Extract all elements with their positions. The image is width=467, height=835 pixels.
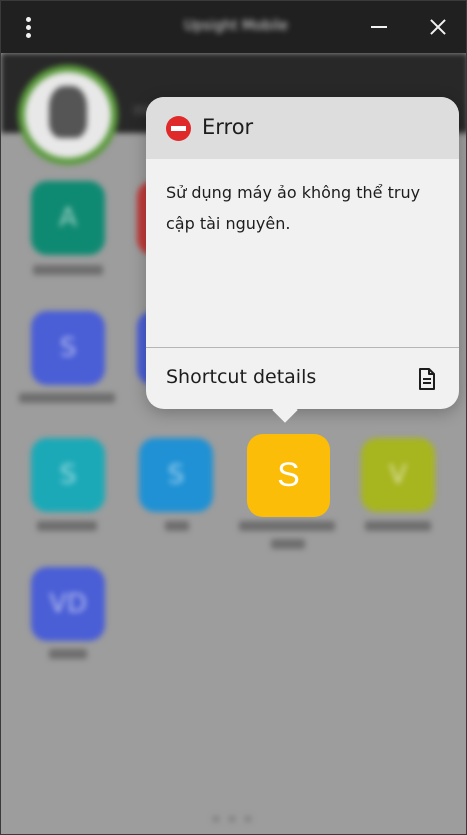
app-tile-7-letter: V <box>389 460 407 490</box>
app-tile-7-label <box>365 521 431 531</box>
app-tile-6-letter: S <box>167 460 185 490</box>
app-tile-8-label <box>49 649 87 659</box>
app-tile-5-label <box>37 521 97 531</box>
app-tile-3-letter: S <box>59 333 77 363</box>
window-title: Upsight Mobile <box>184 18 288 34</box>
error-title: Error <box>202 115 254 139</box>
page-indicator <box>213 816 257 822</box>
shortcut-details-label: Shortcut details <box>166 366 317 388</box>
close-icon[interactable] <box>427 15 449 39</box>
app-tile-3-label <box>19 393 115 403</box>
app-tile-1[interactable]: A <box>31 181 105 255</box>
no-entry-icon <box>166 116 191 141</box>
focused-app-label-line-1 <box>239 521 335 531</box>
avatar[interactable] <box>25 72 111 158</box>
app-tile-1-letter: A <box>59 203 77 233</box>
error-popup: Error Sử dụng máy ảo không thể truy cập … <box>146 97 459 409</box>
app-tile-5-letter: S <box>59 460 77 490</box>
app-tile-1-label <box>33 265 103 275</box>
more-menu-icon[interactable] <box>19 15 39 39</box>
app-tile-5[interactable]: S <box>31 438 105 512</box>
app-window: A S S S V VD Upsight Mobile S Error Sử d… <box>0 0 467 835</box>
app-tile-6-label <box>165 521 189 531</box>
minimize-icon[interactable] <box>369 15 389 39</box>
focused-app-tile[interactable]: S <box>247 434 330 517</box>
focused-app-label-line-2 <box>271 539 305 549</box>
app-tile-8-letter: VD <box>49 589 87 619</box>
document-icon <box>418 368 436 390</box>
app-tile-3[interactable]: S <box>31 311 105 385</box>
shortcut-details-button[interactable]: Shortcut details <box>146 348 459 409</box>
error-popup-header: Error <box>146 97 459 159</box>
error-message: Sử dụng máy ảo không thể truy cập tài ng… <box>166 183 421 233</box>
app-tile-7[interactable]: V <box>361 438 435 512</box>
app-tile-6[interactable]: S <box>139 438 213 512</box>
title-bar: Upsight Mobile <box>1 1 466 53</box>
app-tile-8[interactable]: VD <box>31 567 105 641</box>
